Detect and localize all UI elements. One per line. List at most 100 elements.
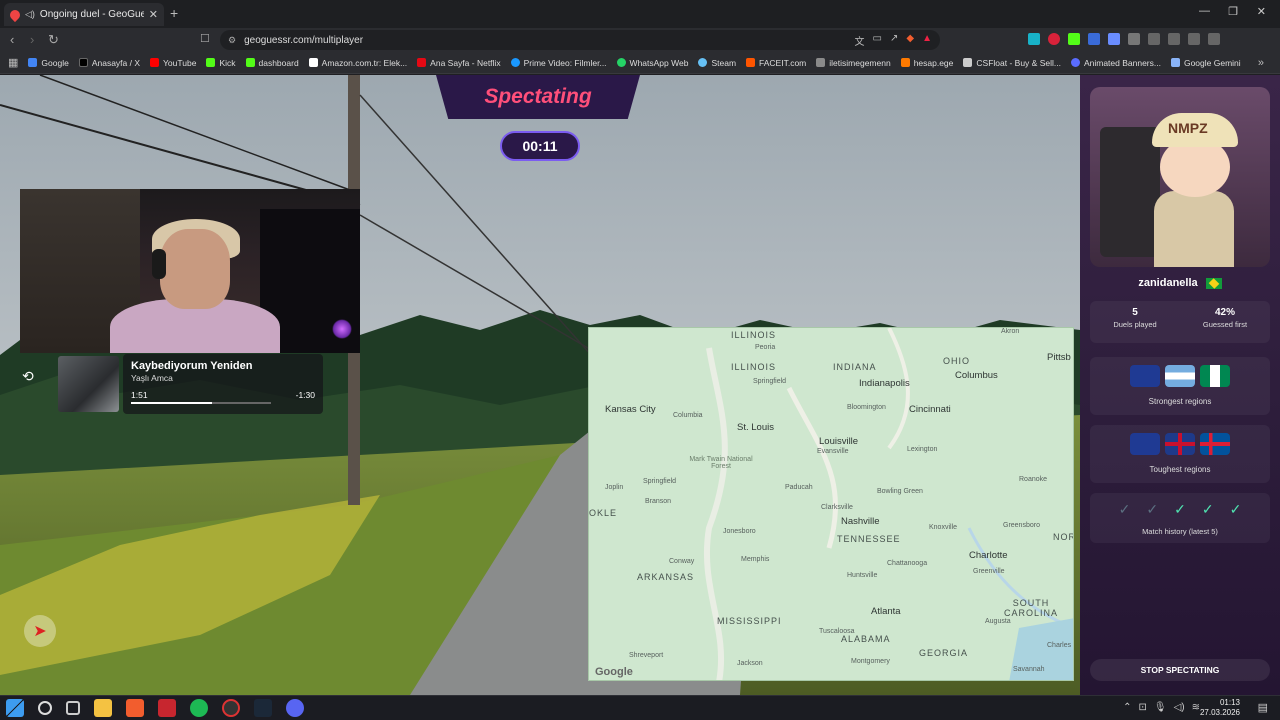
uk-flag-icon (1165, 433, 1195, 455)
apps-grid-icon[interactable]: ▦ (8, 56, 18, 69)
windows-taskbar: ⌃ ⊡ 🎙 ◁) ≋ 01:13 27.03.2026 ▤ (0, 695, 1280, 720)
chevron-up-icon[interactable]: ⌃ (1123, 702, 1131, 713)
extension-icon[interactable] (1108, 33, 1120, 45)
vpn-icon[interactable] (1188, 33, 1200, 45)
map-town-label: Conway (669, 558, 695, 565)
windows-start-icon[interactable] (6, 699, 24, 717)
menu-icon[interactable] (1208, 33, 1220, 45)
restore-icon[interactable]: ❐ (1228, 5, 1238, 18)
active-tab[interactable]: ◁) Ongoing duel - GeoGuessr ✕ (4, 3, 164, 26)
screenshot-icon[interactable]: ▭ (873, 33, 882, 48)
steam-icon[interactable] (254, 699, 272, 717)
map-town-label: Peoria (755, 344, 776, 351)
wallet-icon[interactable] (1168, 33, 1180, 45)
stop-spectating-button[interactable]: STOP SPECTATING (1090, 659, 1270, 681)
voicemod-icon[interactable] (158, 699, 176, 717)
system-clock[interactable]: 01:13 27.03.2026 (1200, 698, 1240, 718)
extension-icon[interactable] (1088, 33, 1100, 45)
minimize-icon[interactable]: — (1199, 5, 1210, 17)
song-progress-bar (131, 402, 271, 404)
map-town-label: Bloomington (847, 404, 886, 411)
match-history: ✓ ✓ ✓ ✓ ✓ Match history (latest 5) (1090, 493, 1270, 543)
brave-shield-icon[interactable]: ◆ (906, 33, 914, 48)
map-park-label: Mark Twain National Forest (689, 456, 753, 470)
more-bookmarks-icon[interactable]: » (1258, 57, 1264, 69)
share-icon[interactable]: ↗ (890, 33, 898, 48)
sidebar-icon[interactable] (1148, 33, 1160, 45)
task-view-icon[interactable] (66, 701, 80, 715)
network-icon[interactable]: ⊡ (1138, 702, 1146, 713)
file-explorer-icon[interactable] (94, 699, 112, 717)
bookmark-icon[interactable]: ☐ (200, 32, 210, 45)
site-info-icon[interactable]: ⚙ (228, 35, 236, 46)
bookmark-item[interactable]: Animated Banners... (1070, 58, 1161, 68)
now-playing-widget: ⟲ Kaybediyorum Yeniden Yaşlı Amca 1:51 -… (20, 354, 323, 414)
nigeria-flag-icon (1200, 365, 1230, 387)
translate-icon[interactable]: 文 (855, 33, 865, 48)
bookmark-item[interactable]: iletisimegemenn (816, 58, 891, 68)
map-city-label: Charlotte (969, 550, 1008, 561)
bookmark-item[interactable]: dashboard (245, 58, 299, 68)
search-icon[interactable] (38, 701, 52, 715)
album-art (58, 356, 119, 412)
map-city-label: Nashville (841, 516, 880, 527)
brave-browser-icon[interactable] (126, 699, 144, 717)
obs-icon[interactable] (222, 699, 240, 717)
close-tab-icon[interactable]: ✕ (149, 8, 158, 21)
bookmark-item[interactable]: Ana Sayfa - Netflix (417, 58, 501, 68)
bookmark-item[interactable]: Steam (698, 58, 736, 68)
link-icon (900, 58, 910, 67)
volume-icon[interactable]: ◁) (1174, 702, 1185, 713)
bookmark-item[interactable]: hesap.ege (900, 58, 953, 68)
extension-icon[interactable] (1048, 33, 1060, 45)
extension-icon[interactable] (1028, 33, 1040, 45)
back-icon[interactable]: ‹ (10, 32, 14, 47)
guess-map[interactable]: ILLINOIS ILLINOIS INDIANA OHIO TENNESSEE… (588, 327, 1074, 681)
notifications-icon[interactable]: ▤ (1258, 701, 1268, 714)
new-tab-icon[interactable]: + (170, 5, 178, 21)
player-avatar: NMPZ (1090, 87, 1270, 267)
song-artist: Yaşlı Amca (131, 373, 173, 383)
wifi-icon[interactable]: ≋ (1192, 702, 1200, 713)
bookmark-item[interactable]: Google (28, 58, 69, 68)
duels-played-value: 5 (1132, 307, 1138, 318)
speaker-icon[interactable]: ◁) (25, 9, 35, 20)
forward-icon[interactable]: › (30, 32, 34, 47)
url-field[interactable]: ⚙ geoguessr.com/multiplayer 文 ▭ ↗ ◆ ▲ (220, 30, 940, 50)
bookmark-item[interactable]: FACEIT.com (746, 58, 806, 68)
map-state-label: ARKANSAS (637, 572, 695, 582)
discord-icon[interactable] (286, 699, 304, 717)
bookmark-item[interactable]: Google Gemini (1170, 58, 1241, 68)
banner-icon (1070, 58, 1080, 67)
gemini-icon (1170, 58, 1180, 67)
map-city-label: Pittsb (1047, 352, 1071, 363)
bookmark-item[interactable]: WhatsApp Web (616, 58, 688, 68)
street-view-panorama[interactable]: Spectating 00:11 ⟲ Kaybediyorum Yeniden … (0, 75, 1080, 695)
map-city-label: Cincinnati (909, 404, 951, 415)
player-name[interactable]: zanidanella (1138, 277, 1197, 289)
extension-icon[interactable] (1068, 33, 1080, 45)
puzzle-icon[interactable] (1128, 33, 1140, 45)
remaining-time: -1:30 (295, 390, 315, 400)
map-city-label: Kansas City (605, 404, 656, 415)
map-town-label: Charles (1047, 642, 1072, 649)
brave-rewards-icon[interactable]: ▲ (922, 33, 932, 48)
bookmark-item[interactable]: Prime Video: Filmler... (510, 58, 607, 68)
microphone-icon[interactable]: 🎙 (1154, 702, 1167, 713)
bookmark-item[interactable]: Anasayfa / X (78, 58, 140, 68)
prime-video-icon (510, 58, 520, 67)
map-state-label: SOUTH CAROLINA (1003, 598, 1058, 618)
toughest-regions: Toughest regions (1090, 425, 1270, 483)
reload-icon[interactable]: ↻ (48, 32, 59, 48)
bookmark-item[interactable]: YouTube (150, 58, 196, 68)
close-window-icon[interactable]: ✕ (1257, 5, 1266, 18)
geoguessr-favicon-icon (7, 7, 23, 22)
spotify-icon[interactable] (190, 699, 208, 717)
bookmark-item[interactable]: CSFloat - Buy & Sell... (963, 58, 1061, 68)
compass-icon[interactable]: ➤ (24, 615, 56, 647)
argentina-flag-icon (1165, 365, 1195, 387)
bookmark-item[interactable]: Kick (206, 58, 236, 68)
bookmark-item[interactable]: Amazon.com.tr: Elek... (308, 58, 407, 68)
spectating-label: Spectating (484, 85, 592, 108)
guessed-first-label: Guessed first (1202, 320, 1248, 329)
